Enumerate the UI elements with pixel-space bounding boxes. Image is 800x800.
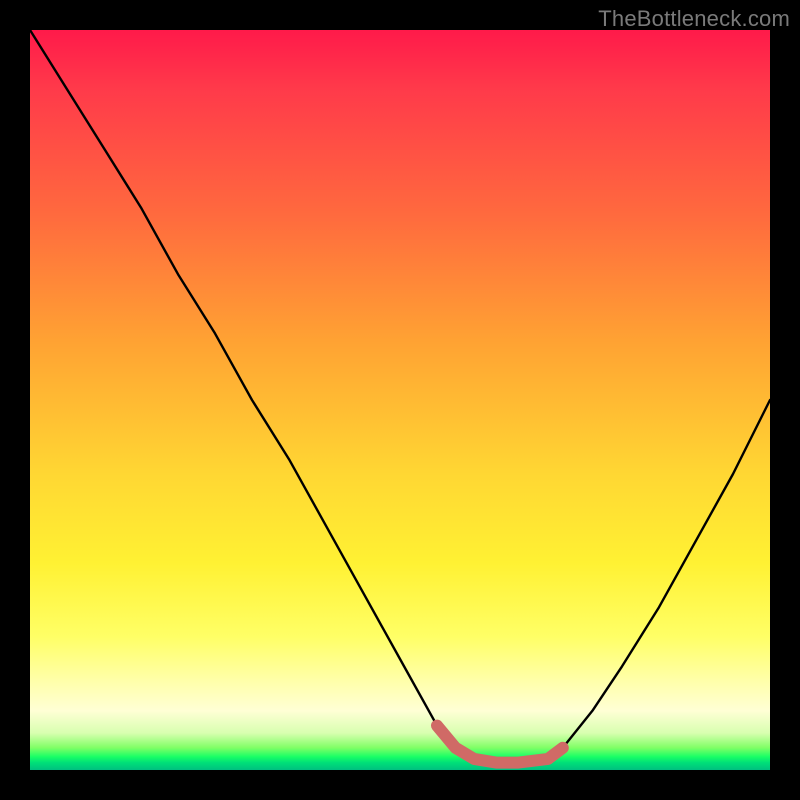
- watermark-text: TheBottleneck.com: [598, 6, 790, 32]
- chart-frame: TheBottleneck.com: [0, 0, 800, 800]
- optimal-range-marker: [30, 30, 770, 770]
- gradient-plot-area: [30, 30, 770, 770]
